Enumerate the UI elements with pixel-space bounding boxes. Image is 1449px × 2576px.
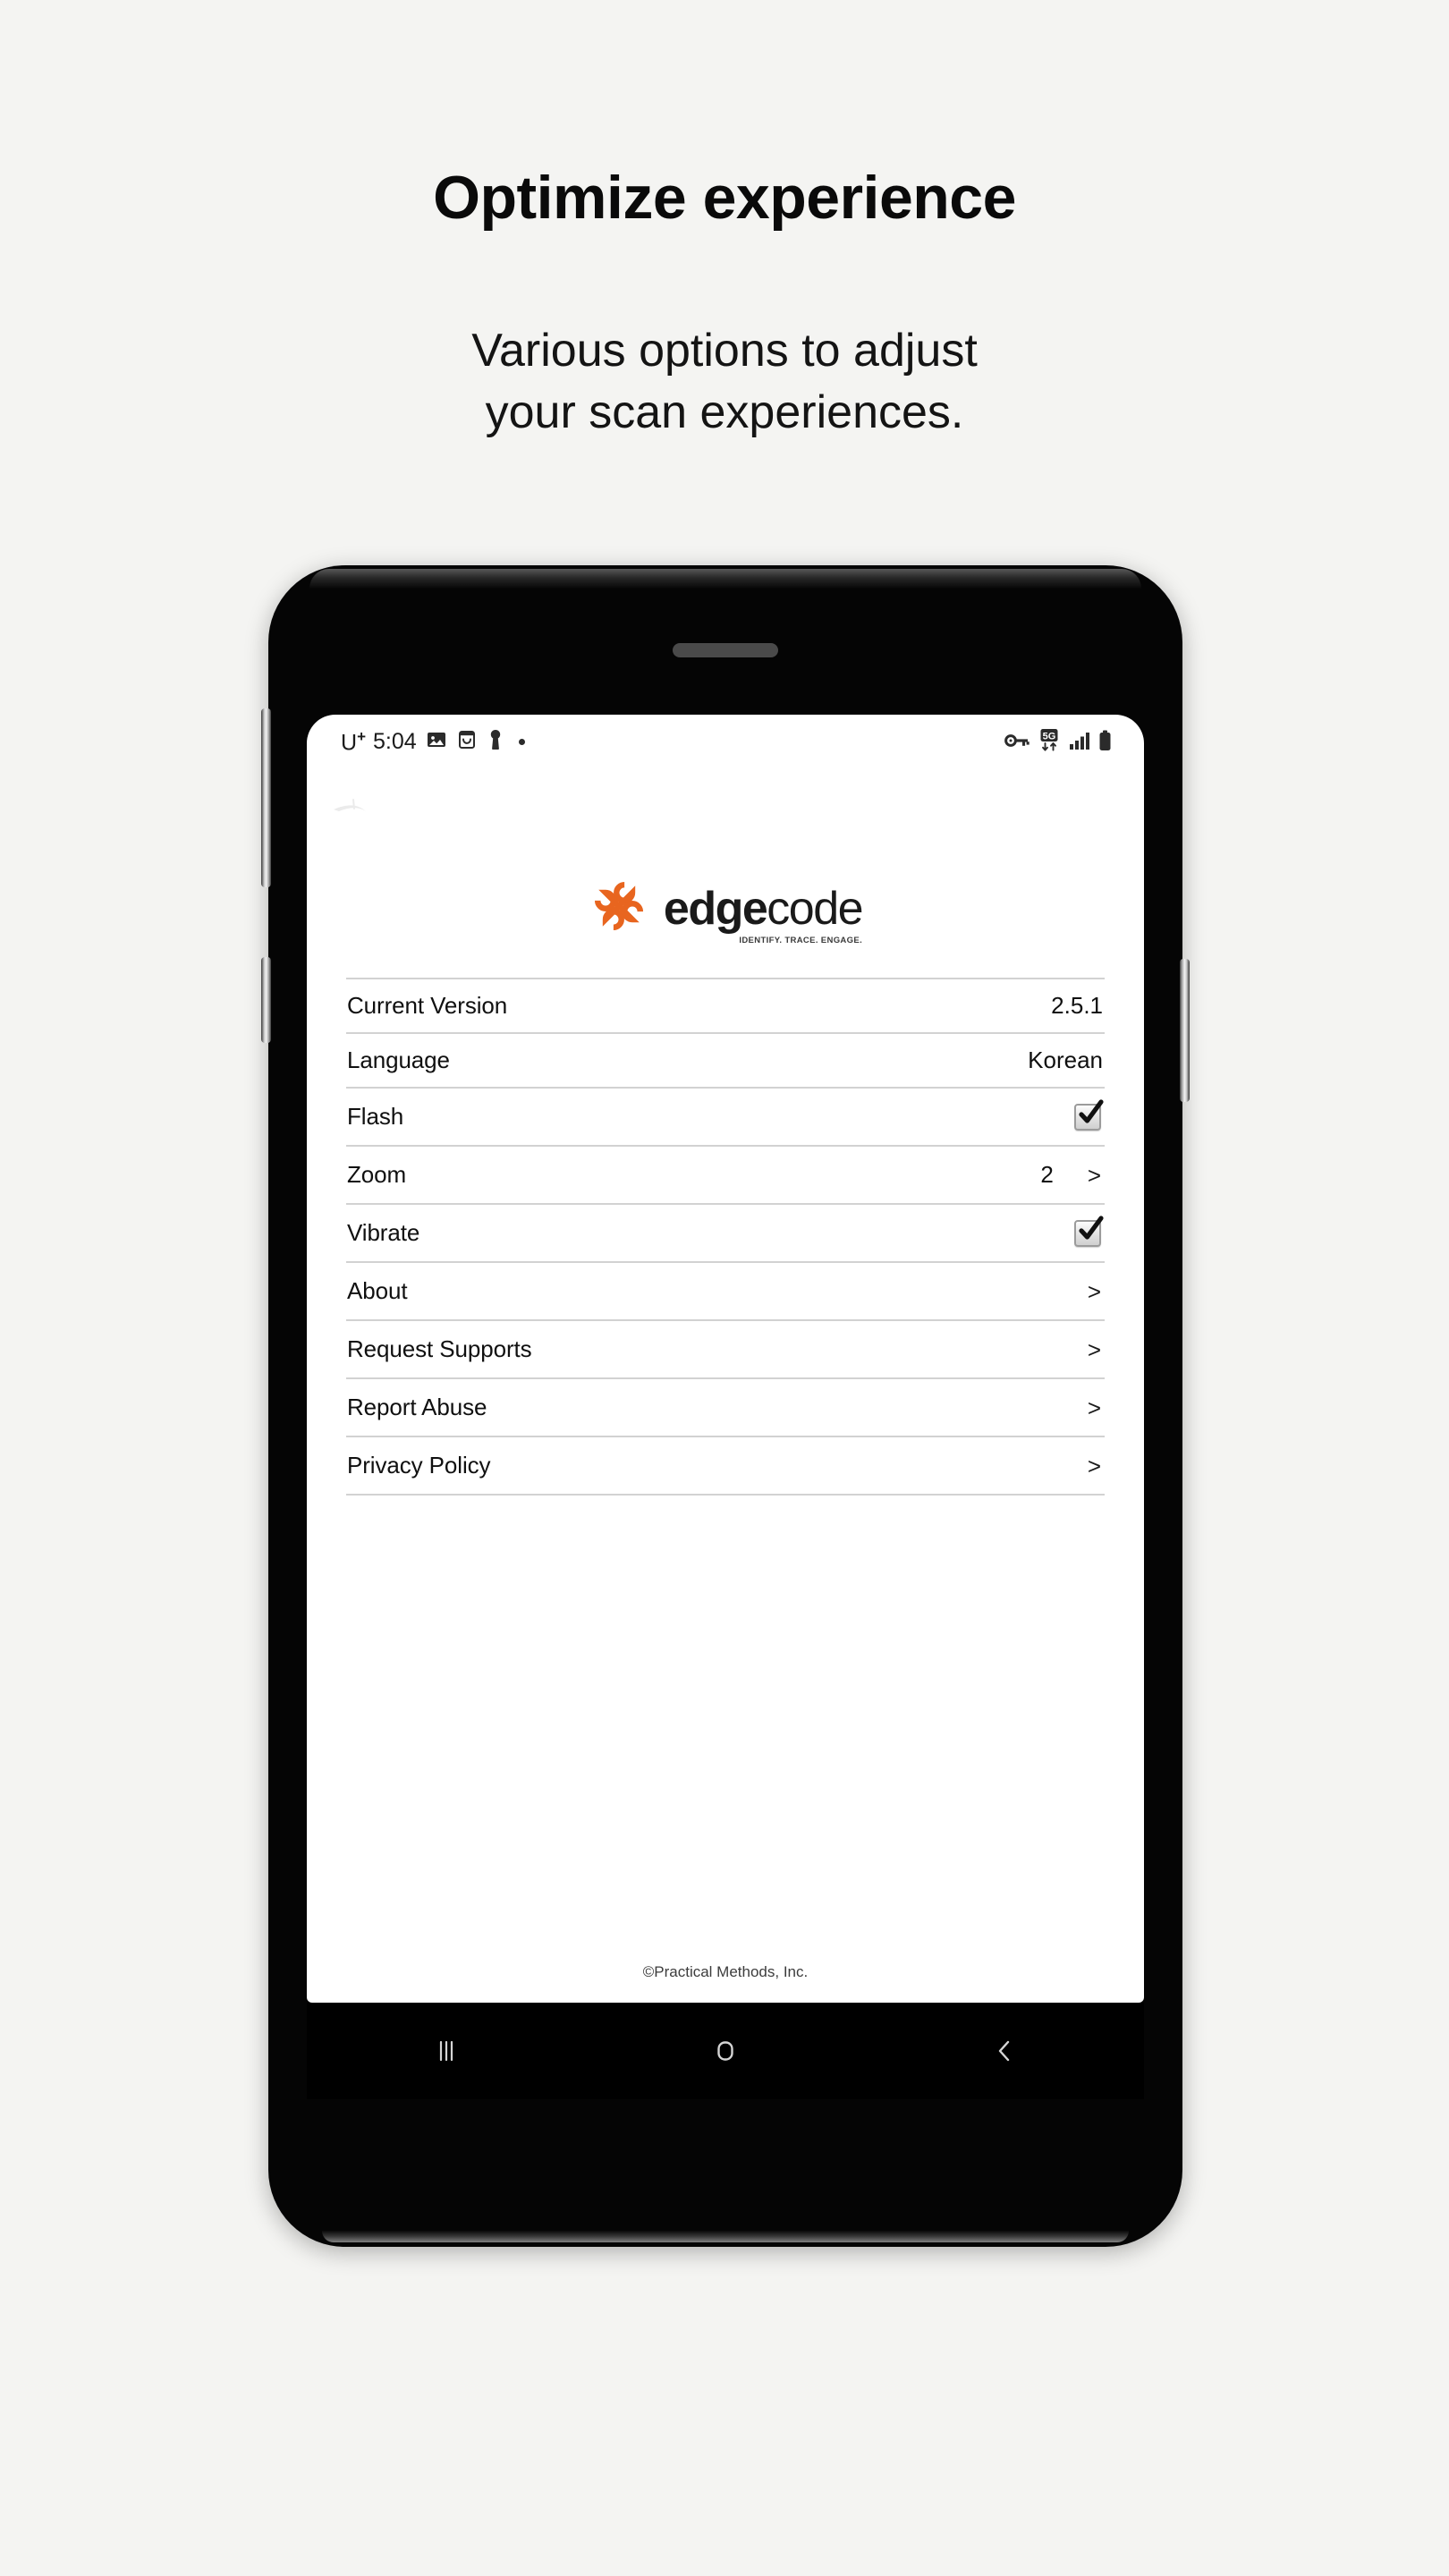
- row-label: About: [347, 1277, 408, 1304]
- row-control: >: [1088, 1396, 1103, 1419]
- chevron-right-icon: >: [1087, 1452, 1101, 1479]
- status-bar-right: 5G: [1004, 728, 1112, 758]
- carrier-label: U+: [341, 728, 366, 756]
- faded-back-arrow-icon: [330, 792, 384, 827]
- row-control: [1074, 1098, 1104, 1131]
- logo-text-edge: edge: [663, 882, 768, 935]
- page-subtitle: Various options to adjust your scan expe…: [0, 320, 1449, 443]
- settings-row-current-version[interactable]: Current Version 2.5.1: [346, 979, 1105, 1034]
- row-control: >: [1088, 1338, 1103, 1361]
- logo-tagline: IDENTIFY. TRACE. ENGAGE.: [739, 936, 863, 945]
- back-button[interactable]: [937, 2019, 1072, 2083]
- power-button[interactable]: [1180, 959, 1190, 1102]
- chevron-right-icon: >: [1087, 1161, 1101, 1189]
- status-bar: U+ 5:04 5G: [307, 715, 1144, 770]
- phone-bottom-bezel-highlight: [322, 2231, 1129, 2242]
- phone-mockup: U+ 5:04 5G edgecode IDENTIFY. TRACE. ENG…: [261, 565, 1190, 2247]
- back-icon: [998, 2040, 1010, 2062]
- row-control: Korean: [1028, 1046, 1103, 1074]
- photo-icon: [426, 729, 447, 755]
- app-logo: edgecode IDENTIFY. TRACE. ENGAGE.: [307, 876, 1144, 945]
- row-control: 2.5.1: [1051, 992, 1103, 1020]
- chevron-right-icon: >: [1087, 1394, 1101, 1421]
- settings-row-vibrate[interactable]: Vibrate: [346, 1205, 1105, 1263]
- status-bar-left: U+ 5:04: [341, 728, 525, 756]
- settings-row-zoom[interactable]: Zoom 2 >: [346, 1147, 1105, 1205]
- row-label: Request Supports: [347, 1335, 532, 1362]
- chevron-right-icon: >: [1087, 1335, 1101, 1363]
- recents-icon: [439, 2040, 453, 2062]
- row-control: 2 >: [1040, 1161, 1103, 1189]
- battery-icon: [1098, 730, 1112, 756]
- android-navigation-bar: [307, 2003, 1144, 2099]
- phone-top-bezel-highlight: [309, 569, 1141, 589]
- row-label: Report Abuse: [347, 1394, 487, 1420]
- svg-text:5G: 5G: [1043, 731, 1056, 741]
- settings-row-request-supports[interactable]: Request Supports >: [346, 1321, 1105, 1379]
- settings-list: Current Version 2.5.1 Language Korean Fl…: [346, 978, 1105, 1496]
- row-label: Current Version: [347, 992, 508, 1019]
- logo-text-code: code: [767, 882, 863, 935]
- vpn-key-icon: [1004, 731, 1030, 755]
- settings-row-language[interactable]: Language Korean: [346, 1034, 1105, 1089]
- settings-row-flash[interactable]: Flash: [346, 1089, 1105, 1147]
- row-label: Privacy Policy: [347, 1452, 491, 1479]
- subtitle-line-2: your scan experiences.: [485, 386, 964, 438]
- recents-button[interactable]: [379, 2019, 513, 2083]
- volume-down-button[interactable]: [261, 957, 271, 1043]
- logo-wordmark: edgecode IDENTIFY. TRACE. ENGAGE.: [663, 882, 864, 945]
- flash-checkbox[interactable]: [1074, 1098, 1104, 1131]
- row-value: 2.5.1: [1051, 992, 1103, 1019]
- page-title: Optimize experience: [433, 164, 1016, 232]
- row-value: 2: [1040, 1161, 1054, 1188]
- settings-row-about[interactable]: About >: [346, 1263, 1105, 1321]
- subtitle-line-1: Various options to adjust: [471, 325, 978, 377]
- row-control: >: [1088, 1454, 1103, 1478]
- key-person-icon: [487, 729, 504, 755]
- row-control: >: [1088, 1280, 1103, 1303]
- row-label: Vibrate: [347, 1219, 420, 1246]
- chevron-right-icon: >: [1087, 1277, 1101, 1305]
- row-label: Language: [347, 1046, 450, 1073]
- home-icon: [717, 2041, 733, 2061]
- row-label: Flash: [347, 1103, 404, 1130]
- phone-screen: U+ 5:04 5G edgecode IDENTIFY. TRACE. ENG…: [307, 715, 1144, 2003]
- edgecode-knot-icon: [589, 876, 649, 941]
- volume-up-button[interactable]: [261, 708, 271, 887]
- home-button[interactable]: [658, 2019, 792, 2083]
- mail-icon: [456, 729, 478, 755]
- row-value: Korean: [1028, 1046, 1103, 1073]
- row-control: [1074, 1215, 1104, 1247]
- app-content: edgecode IDENTIFY. TRACE. ENGAGE. Curren…: [307, 770, 1144, 2003]
- copyright-footer: ©Practical Methods, Inc.: [642, 1963, 809, 1980]
- dot-indicator: [518, 739, 525, 746]
- earpiece-speaker: [673, 643, 778, 657]
- clock-label: 5:04: [373, 729, 417, 755]
- row-label: Zoom: [347, 1161, 407, 1188]
- settings-row-report-abuse[interactable]: Report Abuse >: [346, 1379, 1105, 1437]
- 5g-data-icon: 5G: [1038, 728, 1061, 758]
- settings-row-privacy-policy[interactable]: Privacy Policy >: [346, 1437, 1105, 1496]
- promo-screenshot: Optimize experience Various options to a…: [0, 0, 1449, 2576]
- signal-bars-icon: [1069, 731, 1090, 755]
- vibrate-checkbox[interactable]: [1074, 1215, 1104, 1247]
